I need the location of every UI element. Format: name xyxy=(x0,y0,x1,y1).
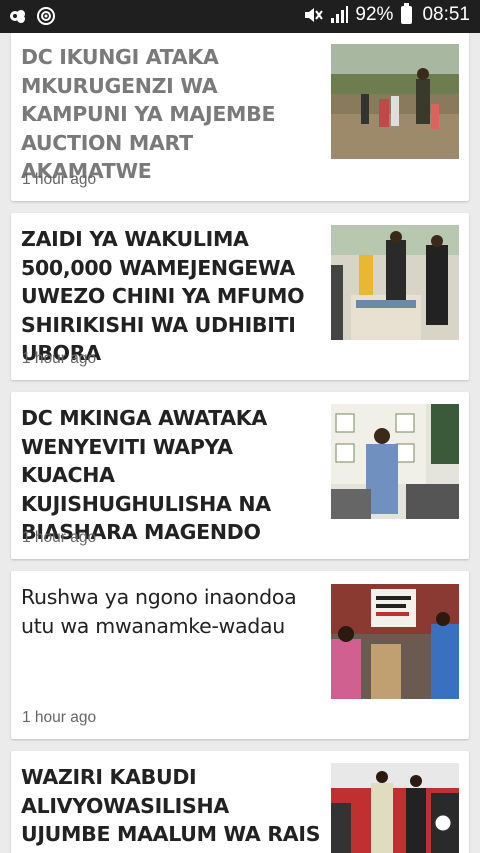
officials-greeting-state-house-photo[interactable] xyxy=(331,763,459,853)
battery-percent: 92% xyxy=(355,4,394,25)
clock: 08:51 xyxy=(422,4,470,25)
man-speaking-microphone-photo[interactable] xyxy=(331,404,459,519)
article-card[interactable]: ZAIDI YA WAKULIMA 500,000 WAMEJENGEWA UW… xyxy=(11,213,469,380)
article-card[interactable]: WAZIRI KABUDI ALIVYOWASILISHA UJUMBE MAA… xyxy=(11,751,469,853)
officials-at-exhibition-table-photo[interactable] xyxy=(331,225,459,340)
signal-icon xyxy=(329,5,349,25)
article-time: 1 hour ago xyxy=(22,529,97,546)
article-time: 1 hour ago xyxy=(22,709,97,726)
article-time: 1 hour ago xyxy=(22,171,97,188)
battery-icon xyxy=(401,3,413,24)
article-card[interactable]: DC IKUNGI ATAKA MKURUGENZI WA KAMPUNI YA… xyxy=(11,33,469,201)
notification-icon xyxy=(8,6,28,26)
article-title[interactable]: DC MKINGA AWATAKA WENYEVITI WAPYA KUACHA… xyxy=(21,404,321,547)
women-holding-placards-photo[interactable] xyxy=(331,584,459,699)
article-title[interactable]: DC IKUNGI ATAKA MKURUGENZI WA KAMPUNI YA… xyxy=(21,43,321,186)
news-feed[interactable]: DC IKUNGI ATAKA MKURUGENZI WA KAMPUNI YA… xyxy=(0,33,480,853)
article-title[interactable]: WAZIRI KABUDI ALIVYOWASILISHA UJUMBE MAA… xyxy=(21,763,321,849)
article-card[interactable]: Rushwa ya ngono inaondoa utu wa mwanamke… xyxy=(11,571,469,739)
article-title[interactable]: ZAIDI YA WAKULIMA 500,000 WAMEJENGEWA UW… xyxy=(21,225,321,368)
people-in-dry-field-photo[interactable] xyxy=(331,44,459,159)
camera-app-icon xyxy=(36,6,56,26)
article-title[interactable]: Rushwa ya ngono inaondoa utu wa mwanamke… xyxy=(21,583,321,640)
status-bar: 92% 08:51 xyxy=(0,0,480,33)
mute-icon xyxy=(303,5,324,25)
article-card[interactable]: DC MKINGA AWATAKA WENYEVITI WAPYA KUACHA… xyxy=(11,392,469,559)
article-time: 1 hour ago xyxy=(22,350,97,367)
